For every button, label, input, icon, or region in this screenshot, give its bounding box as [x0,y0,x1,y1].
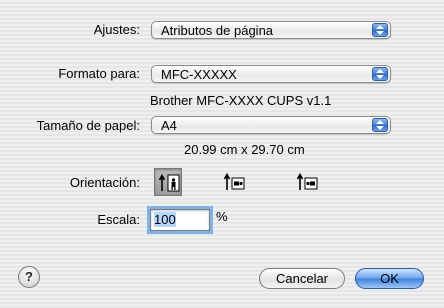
paper-dimensions: 20.99 cm x 29.70 cm [184,142,305,157]
popup-arrows-icon [372,67,388,81]
scale-input[interactable]: 100 [150,209,210,231]
format-label: Formato para: [58,66,140,81]
cancel-button[interactable]: Cancelar [259,268,345,289]
settings-value: Atributos de página [161,23,274,38]
format-popup[interactable]: MFC-XXXXX [151,65,391,83]
landscape-reverse-orientation-icon [296,172,318,190]
ok-button[interactable]: OK [355,268,424,289]
popup-arrows-icon [372,118,388,132]
scale-label: Escala: [97,212,140,227]
landscape-orientation-icon [223,172,245,190]
settings-popup[interactable]: Atributos de página [151,21,391,39]
driver-info: Brother MFC-XXXX CUPS v1.1 [150,93,332,108]
orientation-landscape-button[interactable] [220,168,248,196]
format-value: MFC-XXXXX [161,67,237,82]
popup-arrows-icon [372,23,388,37]
orientation-label: Orientación: [69,175,140,190]
paper-size-value: A4 [161,118,177,133]
orientation-portrait-button[interactable] [154,168,182,196]
paper-size-popup[interactable]: A4 [151,116,391,134]
paper-size-label: Tamaño de papel: [36,118,140,133]
scale-unit: % [216,209,228,224]
scale-value: 100 [154,212,176,227]
orientation-landscape-reverse-button[interactable] [293,168,321,196]
portrait-orientation-icon [158,173,180,192]
help-button[interactable]: ? [18,266,40,288]
settings-label: Ajustes: [93,22,140,37]
